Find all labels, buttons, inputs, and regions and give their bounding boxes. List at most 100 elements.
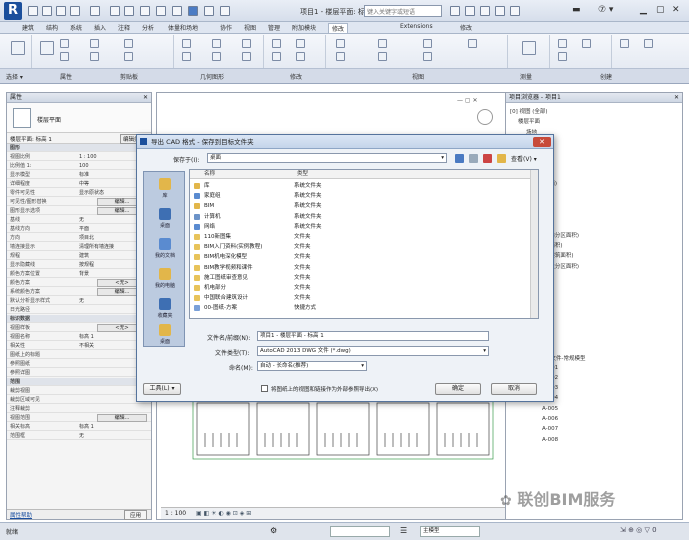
cancel-button[interactable]: 取消 <box>491 383 537 395</box>
property-value[interactable]: 按规程 <box>79 261 94 269</box>
text-icon[interactable] <box>124 6 134 16</box>
file-row[interactable]: 00-图纸-方案 快捷方式 <box>194 304 524 312</box>
move-icon[interactable] <box>212 52 221 61</box>
property-value[interactable]: 不相关 <box>79 342 94 350</box>
property-value[interactable]: 显示原状态 <box>79 189 104 197</box>
file-row[interactable]: BIM教学视频和课件 文件夹 <box>194 264 524 272</box>
selection-filter-icons[interactable]: ⇲ ⊕ ◎ ▽ 0 <box>620 526 657 534</box>
property-value[interactable]: 平面 <box>79 225 89 233</box>
similar-icon[interactable] <box>620 39 629 48</box>
property-value[interactable]: 1 : 100 <box>79 153 97 161</box>
worksets-icon[interactable]: ⚙ <box>270 526 277 535</box>
tab-systems[interactable]: 系统 <box>70 23 82 32</box>
align-icon[interactable] <box>182 39 191 48</box>
tab-extensions[interactable]: Extensions <box>400 23 433 30</box>
canvas-window-controls[interactable]: — ▢ ✕ <box>457 97 478 104</box>
property-value[interactable]: 无 <box>79 216 84 224</box>
close-icon[interactable]: ✕ <box>143 93 148 103</box>
switch-windows-icon[interactable] <box>204 6 214 16</box>
property-row[interactable]: 墙连接显示 清理所有墙连接 <box>7 243 151 251</box>
property-row[interactable]: 方向 项目北 <box>7 234 151 242</box>
user-icon[interactable] <box>495 6 505 16</box>
star-icon[interactable] <box>480 6 490 16</box>
file-list-scrollbar[interactable] <box>530 170 538 318</box>
place-desktop-2[interactable]: 桌面 <box>144 320 186 350</box>
browser-tree-item[interactable]: 楼层平面 <box>518 117 540 125</box>
property-section[interactable]: 标识数据 <box>7 315 151 323</box>
minimize-button[interactable]: ▬ <box>572 5 581 15</box>
paste-icon[interactable] <box>40 41 54 55</box>
delete-icon[interactable] <box>483 154 492 163</box>
property-row[interactable]: 注释裁剪 <box>7 405 151 413</box>
property-section[interactable]: 图形 <box>7 144 151 152</box>
editable-icon[interactable]: ☰ <box>400 526 407 535</box>
property-row[interactable]: 规程 建筑 <box>7 252 151 260</box>
property-value[interactable]: 中等 <box>79 180 89 188</box>
up-folder-icon[interactable] <box>469 154 478 163</box>
file-row[interactable]: 家庭组 系统文件夹 <box>194 192 524 200</box>
create-group-icon[interactable] <box>558 52 567 61</box>
tab-view[interactable]: 视图 <box>244 23 256 32</box>
property-value[interactable]: 标高 1 <box>79 423 94 431</box>
reveal-icon[interactable] <box>423 52 432 61</box>
property-row[interactable]: 视图样板 <无> <box>7 324 151 332</box>
tab-modify[interactable]: 修改 <box>328 23 349 33</box>
open-icon[interactable] <box>28 6 38 16</box>
override-icon[interactable] <box>336 52 345 61</box>
place-desktop[interactable]: 桌面 <box>144 204 186 234</box>
property-row[interactable]: 裁剪区域可见 <box>7 396 151 404</box>
property-row[interactable]: 范围框 无 <box>7 432 151 440</box>
property-value[interactable]: 无 <box>79 432 84 440</box>
linework-icon[interactable] <box>378 39 387 48</box>
help-button[interactable]: ⑦ ▾ <box>598 5 613 15</box>
filename-input[interactable]: 项目1 - 楼层平面 - 标高 1 <box>257 331 489 341</box>
property-row[interactable]: 可见性/图形替换 编辑... <box>7 198 151 206</box>
file-row[interactable]: 中国联合建筑设计 文件夹 <box>194 294 524 302</box>
tab-modify-2[interactable]: 修改 <box>460 23 472 32</box>
exchange-icon[interactable] <box>510 6 520 16</box>
property-row[interactable]: 比例值 1: 100 <box>7 162 151 170</box>
redo-icon[interactable] <box>70 6 80 16</box>
property-value[interactable]: 标准 <box>79 171 89 179</box>
property-value[interactable]: 项目北 <box>79 234 94 242</box>
view-control-bar[interactable]: 1 : 100 ▣ ◧ ☀ ◐ ◉ ⊡ ◈ ⊞ <box>161 507 505 519</box>
scale-icon[interactable] <box>272 39 281 48</box>
property-row[interactable]: 颜色方案 <无> <box>7 279 151 287</box>
join-icon[interactable] <box>124 39 133 48</box>
property-edit-button[interactable]: 编辑... <box>97 414 147 422</box>
trim-icon[interactable] <box>242 52 251 61</box>
property-row[interactable]: 视图比例 1 : 100 <box>7 153 151 161</box>
hide-icon[interactable] <box>336 39 345 48</box>
revit-logo-icon[interactable]: R <box>4 2 22 20</box>
save-in-select[interactable]: 桌面 ▾ <box>207 153 447 163</box>
cope-icon[interactable] <box>90 39 99 48</box>
save-icon[interactable] <box>42 6 52 16</box>
browser-tree-item[interactable]: A-007 <box>542 426 558 432</box>
property-row[interactable]: 日光路径 <box>7 306 151 314</box>
column-name[interactable]: 名称 <box>190 170 285 179</box>
property-row[interactable]: 视图范围 编辑... <box>7 414 151 422</box>
file-row[interactable]: 网络 系统文件夹 <box>194 223 524 231</box>
property-row[interactable]: 相关性 不相关 <box>7 342 151 350</box>
browser-tree-item[interactable]: A-005 <box>542 406 558 412</box>
property-row[interactable]: 显示模型 标准 <box>7 171 151 179</box>
section-icon[interactable] <box>156 6 166 16</box>
dialog-close-button[interactable]: ✕ <box>533 137 551 147</box>
search-input[interactable]: 键入关键字或短语 <box>364 5 442 17</box>
type-selector[interactable]: 楼层平面 <box>7 103 151 133</box>
paint-icon[interactable] <box>124 52 133 61</box>
section-box-icon[interactable] <box>468 39 477 48</box>
property-value[interactable]: 背景 <box>79 270 89 278</box>
back-icon[interactable] <box>455 154 464 163</box>
file-row[interactable]: 机电部分 文件夹 <box>194 284 524 292</box>
naming-select[interactable]: 自动 - 长命名(推荐) ▾ <box>257 361 367 371</box>
window-maximize-button[interactable]: ▢ <box>656 5 665 15</box>
split-icon[interactable] <box>296 39 305 48</box>
tab-structure[interactable]: 结构 <box>46 23 58 32</box>
group-label-select[interactable]: 选择 ▾ <box>6 72 23 81</box>
measure-icon[interactable] <box>110 6 120 16</box>
tab-annotate[interactable]: 注释 <box>118 23 130 32</box>
ruler-icon[interactable] <box>522 41 536 55</box>
close-hidden-icon[interactable] <box>188 6 198 16</box>
browser-tree-item[interactable]: [0] 视图 (全部) <box>510 107 548 115</box>
